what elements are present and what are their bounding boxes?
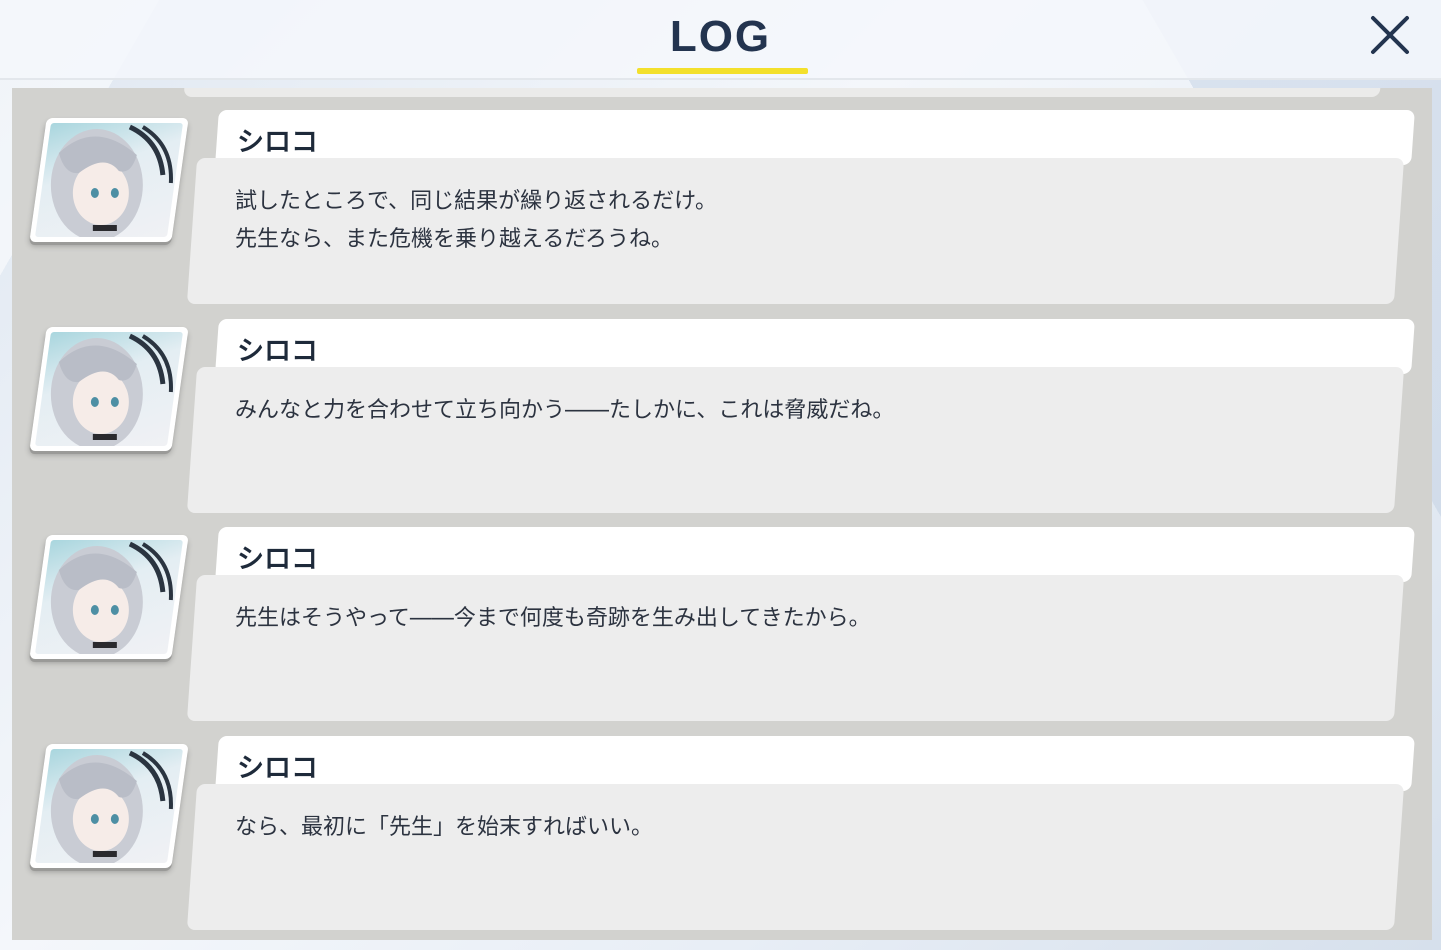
log-entry: シロコ 先生はそうやって――今まで何度も奇跡を生み出してきたから。 bbox=[12, 527, 1432, 727]
character-portrait-icon bbox=[50, 333, 173, 446]
speaker-portrait bbox=[29, 535, 189, 659]
log-entry: シロコ なら、最初に「先生」を始末すればいい。 bbox=[12, 736, 1432, 936]
character-portrait-icon bbox=[50, 124, 173, 237]
speaker-name: シロコ bbox=[237, 336, 318, 367]
log-header: LOG bbox=[0, 0, 1441, 80]
close-button[interactable] bbox=[1367, 12, 1413, 58]
speaker-name-bar bbox=[215, 527, 1415, 582]
speaker-portrait bbox=[29, 327, 189, 451]
log-entry: シロコ 試したところで、同じ結果が繰り返されるだけ。 先生なら、また危機を乗り越… bbox=[12, 110, 1432, 310]
dialogue-line: 先生はそうやって――今まで何度も奇跡を生み出してきたから。 bbox=[235, 606, 871, 631]
speaker-name-bar bbox=[215, 319, 1415, 374]
dialogue-box bbox=[186, 575, 1405, 721]
log-list[interactable]: シロコ 試したところで、同じ結果が繰り返されるだけ。 先生なら、また危機を乗り越… bbox=[12, 88, 1432, 940]
previous-entry-edge bbox=[183, 88, 1381, 97]
speaker-name-bar bbox=[215, 736, 1415, 791]
character-portrait-icon bbox=[50, 750, 173, 863]
dialogue-line: みんなと力を合わせて立ち向かう――たしかに、これは脅威だね。 bbox=[235, 398, 895, 423]
close-icon bbox=[1371, 16, 1409, 54]
dialogue-line: なら、最初に「先生」を始末すればいい。 bbox=[235, 815, 654, 840]
speaker-portrait bbox=[29, 118, 189, 242]
character-portrait-icon bbox=[50, 541, 173, 654]
speaker-name: シロコ bbox=[237, 544, 318, 575]
dialogue-box bbox=[186, 367, 1405, 513]
speaker-name: シロコ bbox=[237, 127, 318, 158]
speaker-portrait bbox=[29, 744, 189, 868]
log-entry: シロコ みんなと力を合わせて立ち向かう――たしかに、これは脅威だね。 bbox=[12, 319, 1432, 519]
title-underline bbox=[637, 68, 808, 74]
speaker-name-bar bbox=[215, 110, 1415, 165]
dialogue-line: 試したところで、同じ結果が繰り返されるだけ。 bbox=[235, 189, 718, 214]
page-title: LOG bbox=[669, 12, 772, 61]
speaker-name: シロコ bbox=[237, 753, 318, 784]
dialogue-line: 先生なら、また危機を乗り越えるだろうね。 bbox=[235, 227, 674, 252]
dialogue-box bbox=[186, 784, 1405, 930]
